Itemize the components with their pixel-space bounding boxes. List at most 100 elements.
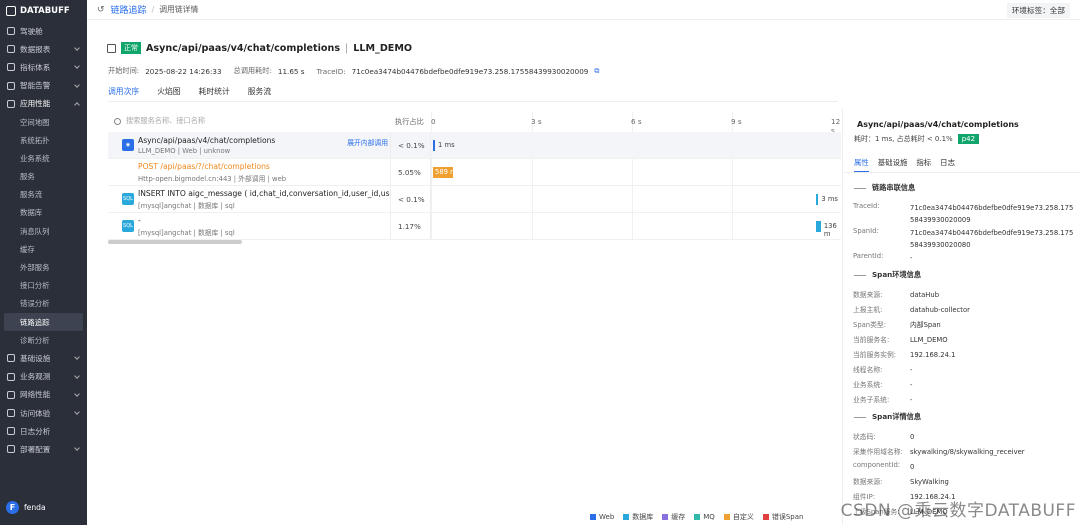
property-value: 内部Span bbox=[910, 321, 941, 329]
nav-sub-database[interactable]: 数据库 bbox=[0, 204, 87, 222]
property-key: 上报主机: bbox=[853, 306, 883, 314]
nav-sub-space-map[interactable]: 空间地图 bbox=[0, 113, 87, 131]
nav-sub-external[interactable]: 外部服务 bbox=[0, 258, 87, 276]
trace-rows: ◉ Async/api/paas/v4/chat/completions LLM_D… bbox=[108, 132, 841, 240]
report-icon bbox=[7, 45, 15, 54]
nav-sub-service-flow[interactable]: 服务流 bbox=[0, 186, 87, 204]
chevron-down-icon bbox=[74, 63, 80, 70]
property-key: 采集作用域名称: bbox=[853, 448, 903, 456]
tab-flame-graph[interactable]: 火焰图 bbox=[157, 86, 180, 102]
legend-item[interactable]: 缓存 bbox=[662, 512, 685, 522]
tab-call-order[interactable]: 调用次序 bbox=[108, 86, 140, 102]
table-row[interactable]: POST /api/paas/?/chat/completions Http-op… bbox=[108, 159, 841, 186]
metrics-icon bbox=[7, 63, 15, 72]
nav-item-logs[interactable]: 日志分析 bbox=[0, 422, 87, 440]
nav-item-business-obs[interactable]: 业务观测 bbox=[0, 368, 87, 386]
section-dash bbox=[854, 187, 866, 189]
legend: Web 数据库 缓存 MQ 自定义 错误Span bbox=[590, 512, 803, 522]
nav-item-metrics[interactable]: 指标体系 bbox=[0, 58, 87, 76]
nav-item-infra[interactable]: 基础设施 bbox=[0, 349, 87, 367]
property-row: 当前服务实例: 192.168.24.1 bbox=[853, 349, 1075, 361]
chevron-up-icon bbox=[74, 101, 80, 108]
nav-sub-cache[interactable]: 缓存 bbox=[0, 240, 87, 258]
tab-infrastructure[interactable]: 基础设施 bbox=[878, 157, 908, 172]
nav-item-apm[interactable]: 应用性能 bbox=[0, 95, 87, 113]
tab-logs[interactable]: 日志 bbox=[940, 157, 955, 172]
nav-sub-error[interactable]: 错误分析 bbox=[0, 295, 87, 313]
span-text: Async/api/paas/v4/chat/completions LLM_DE… bbox=[138, 136, 275, 155]
nav-item-reports[interactable]: 数据报表 bbox=[0, 40, 87, 58]
legend-item[interactable]: 数据库 bbox=[623, 512, 653, 522]
breadcrumb-tracing[interactable]: 链路追踪 bbox=[111, 3, 147, 16]
legend-item[interactable]: MQ bbox=[694, 512, 715, 522]
property-key: 业务系统: bbox=[853, 381, 883, 389]
sql-icon: SQL bbox=[122, 193, 134, 205]
property-row: Span类型: 内部Span bbox=[853, 319, 1075, 331]
table-row[interactable]: SQL - [mysql]angchat | 数据库 | sql 1.17% 136 m bbox=[108, 213, 841, 240]
property-value: 192.168.24.1 bbox=[910, 351, 956, 359]
chevron-down-icon bbox=[74, 81, 80, 88]
time-tick: 6 s bbox=[631, 117, 642, 126]
legend-label: 数据库 bbox=[632, 513, 654, 521]
property-value: skywalking/8/skywalking_receiver bbox=[910, 448, 1025, 456]
breadcrumb-separator: / bbox=[151, 5, 155, 14]
legend-swatch bbox=[662, 514, 669, 520]
tab-metrics[interactable]: 指标 bbox=[916, 157, 931, 172]
nav-sub-api[interactable]: 接口分析 bbox=[0, 277, 87, 295]
legend-label: 自定义 bbox=[732, 513, 754, 521]
user-menu[interactable]: Ffenda bbox=[6, 501, 46, 514]
horizontal-scrollbar[interactable] bbox=[108, 240, 242, 244]
nav-item-alerts[interactable]: 智能告警 bbox=[0, 77, 87, 95]
network-icon bbox=[7, 390, 15, 399]
legend-item[interactable]: 错误Span bbox=[762, 512, 803, 522]
time-tick: 9 s bbox=[731, 117, 742, 126]
time-tick: 0 bbox=[431, 117, 436, 126]
property-key: ParentId: bbox=[853, 252, 884, 260]
property-row: TraceId: 71c0ea3474b04476bdefbe0dfe919e73… bbox=[853, 202, 1075, 226]
nav-sub-mq[interactable]: 消息队列 bbox=[0, 222, 87, 240]
tab-time-stats[interactable]: 耗时统计 bbox=[199, 86, 230, 102]
nav-item-network[interactable]: 网络性能 bbox=[0, 386, 87, 404]
span-bar[interactable] bbox=[816, 194, 819, 205]
nav-sub-topology[interactable]: 系统拓扑 bbox=[0, 131, 87, 149]
span-duration-label: 136 m bbox=[823, 222, 837, 238]
nav-sub-diagnosis[interactable]: 诊断分析 bbox=[0, 331, 87, 349]
tab-attributes[interactable]: 属性 bbox=[854, 157, 869, 172]
back-icon[interactable]: ↺ bbox=[97, 5, 105, 15]
nav-item-cockpit[interactable]: 驾驶舱 bbox=[0, 22, 87, 40]
span-bar[interactable] bbox=[433, 140, 435, 151]
legend-swatch bbox=[590, 514, 596, 520]
table-row[interactable]: ◉ Async/api/paas/v4/chat/completions LLM_D… bbox=[108, 132, 841, 159]
legend-item[interactable]: Web bbox=[590, 512, 614, 522]
sql-icon: SQL bbox=[122, 220, 134, 232]
span-title: INSERT INTO aigc_message ( id,chat_id,co… bbox=[138, 188, 390, 198]
watermark: CSDN @乘云数字DATABUFF bbox=[840, 501, 1076, 521]
property-row: 线程名称: - bbox=[853, 364, 1075, 376]
table-row[interactable]: SQL INSERT INTO aigc_message ( id,chat_id… bbox=[108, 186, 841, 213]
nav-sub-business[interactable]: 业务系统 bbox=[0, 149, 87, 167]
tab-service-flow[interactable]: 服务流 bbox=[248, 86, 271, 102]
env-label-select[interactable]: 环境标签：全部 bbox=[1006, 3, 1070, 18]
section-header: Span详情信息 bbox=[854, 412, 921, 422]
section-header: 链路串联信息 bbox=[854, 183, 915, 193]
span-bar[interactable] bbox=[816, 221, 821, 232]
property-row: ParentId: - bbox=[853, 252, 1075, 264]
expand-internal-button[interactable]: 展开内部调用 bbox=[347, 137, 388, 147]
property-key: componentId: bbox=[853, 461, 901, 469]
span-title: POST /api/paas/?/chat/completions bbox=[138, 161, 270, 171]
span-name-cell: ◉ Async/api/paas/v4/chat/completions LLM_D… bbox=[108, 132, 390, 158]
nav-sub-tracing[interactable]: 链路追踪 bbox=[4, 313, 83, 332]
chevron-down-icon bbox=[74, 354, 80, 361]
trace-meta: 开始时间: 2025-08-22 14:26:33 总调用耗时: 11.65 s T… bbox=[108, 66, 600, 76]
percentile-badge: p42 bbox=[957, 134, 980, 144]
nav-item-experience[interactable]: 访问体验 bbox=[0, 404, 87, 422]
nav-item-deploy[interactable]: 部署配置 bbox=[0, 440, 87, 458]
property-row: SpanId: 71c0ea3474b04476bdefbe0dfe919e73.… bbox=[853, 227, 1075, 251]
copy-icon[interactable]: ⧉ bbox=[594, 66, 599, 76]
nav-sub-service[interactable]: 服务 bbox=[0, 168, 87, 186]
legend-label: Web bbox=[599, 513, 615, 521]
span-timeline: 3 ms bbox=[431, 186, 841, 212]
search-input[interactable]: 搜索服务名称、接口名称 bbox=[108, 116, 388, 126]
logo: DATABUFF bbox=[0, 0, 87, 22]
legend-item[interactable]: 自定义 bbox=[723, 512, 754, 522]
